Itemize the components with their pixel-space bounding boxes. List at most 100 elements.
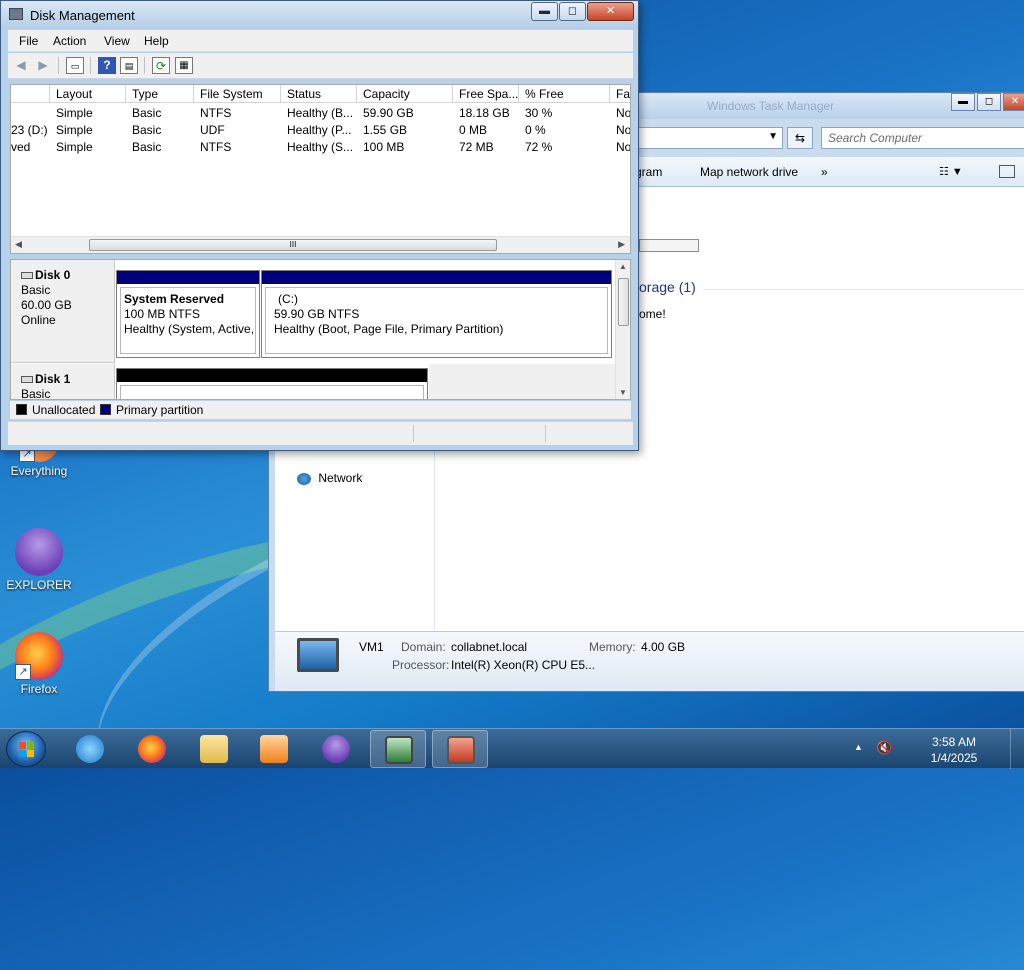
maximize-button[interactable]: ◻ — [559, 2, 586, 21]
refresh-icon[interactable]: ⟳ — [152, 57, 170, 74]
drive-label[interactable]: ome! — [639, 307, 666, 321]
disk-1-label[interactable]: Disk 1 Basic — [11, 364, 115, 400]
scroll-left-arrow-icon[interactable]: ◀ — [15, 239, 22, 250]
network-icon — [297, 472, 311, 485]
explorer-minimize-button[interactable]: ▬ — [951, 93, 975, 111]
close-button[interactable]: ✕ — [587, 2, 634, 21]
explorer-close-button[interactable]: ✕ — [1003, 93, 1024, 111]
chevron-down-icon[interactable]: ▼ — [768, 131, 778, 142]
scroll-thumb[interactable] — [618, 278, 629, 326]
disk-name: Disk 0 — [35, 268, 71, 282]
status-separator — [413, 425, 414, 442]
disk-management-window[interactable]: Disk Management ▬ ◻ ✕ File Action View H… — [0, 0, 639, 451]
explorer-maximize-button[interactable]: ◻ — [977, 93, 1001, 111]
menu-file[interactable]: File — [19, 34, 38, 48]
cell-volume: 23 (D:) — [11, 123, 48, 137]
speaker-muted-icon[interactable]: 🔇 — [876, 740, 894, 756]
cell-capacity: 1.55 GB — [363, 123, 408, 137]
rescan-disks-icon[interactable]: ▦ — [175, 57, 193, 74]
partition-disk-1[interactable] — [116, 368, 428, 399]
shortcut-arrow-icon: ↗ — [15, 664, 31, 680]
disk-management-title-bar[interactable]: Disk Management ▬ ◻ ✕ — [1, 1, 638, 29]
column-header-type[interactable]: Type — [126, 85, 194, 103]
cell-free-space: 18.18 GB — [459, 106, 510, 120]
horizontal-scrollbar[interactable]: ◀ III ▶ — [11, 236, 630, 253]
refresh-icon[interactable]: ⇆ — [787, 127, 813, 149]
unused-disk-area — [429, 364, 616, 399]
explorer-window-title: Windows Task Manager — [707, 99, 835, 113]
cell-layout: Simple — [56, 123, 93, 137]
command-uninstall-program[interactable]: gram — [635, 165, 662, 179]
section-divider — [705, 289, 1024, 290]
disk-type: Basic — [21, 283, 51, 297]
back-arrow-icon[interactable]: ◀ — [12, 57, 30, 74]
desktop-icon-explorer[interactable]: EXPLORER — [2, 528, 76, 592]
cell-status: Healthy (B... — [287, 106, 354, 120]
start-button[interactable] — [6, 731, 46, 767]
computer-name: VM1 — [359, 640, 384, 654]
clock[interactable]: 3:58 AM 1/4/2025 — [918, 734, 990, 766]
menu-help[interactable]: Help — [144, 34, 169, 48]
column-header-file-system[interactable]: File System — [194, 85, 281, 103]
taskbar-windows-explorer[interactable] — [186, 730, 242, 768]
scroll-up-arrow-icon[interactable]: ▲ — [619, 262, 627, 271]
search-input[interactable]: Search Computer — [821, 127, 1024, 149]
volume-list[interactable]: Layout Type File System Status Capacity … — [10, 84, 631, 254]
cell-percent-free: 30 % — [525, 106, 553, 120]
cell-volume: ved — [11, 140, 31, 154]
preview-pane-icon[interactable] — [999, 165, 1015, 178]
menu-action[interactable]: Action — [53, 34, 86, 48]
desktop-icon-label: Everything — [10, 464, 68, 478]
help-icon[interactable]: ? — [98, 57, 116, 74]
partition-size: 59.90 GB NTFS — [274, 307, 360, 321]
taskbar-internet-explorer[interactable] — [62, 730, 118, 768]
command-map-network-drive[interactable]: Map network drive — [700, 165, 798, 179]
disk-size: 60.00 GB — [21, 298, 72, 312]
column-header-fault-tolerance[interactable]: Fau — [610, 85, 630, 103]
nav-item-network[interactable]: Network — [297, 471, 362, 485]
properties-icon[interactable]: ▤ — [120, 57, 138, 74]
partition-status: Healthy (System, Active, — [124, 322, 255, 336]
taskbar-media-player[interactable] — [246, 730, 302, 768]
forward-arrow-icon[interactable]: ▶ — [34, 57, 52, 74]
task-manager-icon — [385, 736, 413, 764]
show-hide-console-tree-icon[interactable]: ▭ — [66, 57, 84, 74]
disk-name: Disk 1 — [35, 372, 71, 386]
change-view-icon[interactable]: ☷ ▼ — [939, 165, 963, 178]
cell-capacity: 59.90 GB — [363, 106, 414, 120]
column-header-percent-free[interactable]: % Free — [519, 85, 610, 103]
partition-c-drive[interactable]: (C:) 59.90 GB NTFS Healthy (Boot, Page F… — [261, 270, 612, 358]
scroll-thumb[interactable]: III — [89, 239, 497, 251]
command-more-chevron[interactable]: » — [821, 165, 828, 179]
vertical-scrollbar[interactable]: ▲ ▼ — [615, 260, 630, 399]
column-header-layout[interactable]: Layout — [50, 85, 126, 103]
memory-value: 4.00 GB — [641, 640, 686, 654]
menu-bar: File Action View Help — [8, 30, 633, 52]
taskbar-firefox[interactable] — [124, 730, 180, 768]
show-desktop-button[interactable] — [1010, 729, 1024, 769]
disk-graphical-view[interactable]: Disk 0 Basic 60.00 GB Online System Rese… — [10, 259, 631, 400]
scroll-right-arrow-icon[interactable]: ▶ — [618, 239, 625, 250]
toolbar: ◀ ▶ ▭ ? ▤ ⟳ ▦ — [8, 53, 633, 79]
disk-type: Basic — [21, 387, 51, 400]
scroll-down-arrow-icon[interactable]: ▼ — [619, 388, 627, 397]
column-header-free-space[interactable]: Free Spa... — [453, 85, 519, 103]
memory-label: Memory: — [589, 640, 636, 654]
minimize-button[interactable]: ▬ — [531, 2, 558, 21]
taskbar-explorer-app[interactable] — [308, 730, 364, 768]
show-hidden-icons-arrow-icon[interactable]: ▲ — [854, 742, 863, 752]
section-header-removable-storage[interactable]: orage (1) — [639, 279, 696, 295]
desktop-icon-firefox[interactable]: ↗ Firefox — [2, 632, 76, 696]
toolbar-separator — [144, 57, 145, 74]
partition-system-reserved[interactable]: System Reserved 100 MB NTFS Healthy (Sys… — [116, 270, 260, 358]
column-header-volume[interactable] — [11, 85, 50, 103]
taskbar-disk-management[interactable] — [432, 730, 488, 768]
disk-icon — [21, 272, 33, 280]
taskbar-task-manager[interactable] — [370, 730, 426, 768]
cell-status: Healthy (S... — [287, 140, 354, 154]
column-header-status[interactable]: Status — [281, 85, 357, 103]
disk-0-label[interactable]: Disk 0 Basic 60.00 GB Online — [11, 260, 115, 363]
menu-view[interactable]: View — [104, 34, 130, 48]
column-header-capacity[interactable]: Capacity — [357, 85, 453, 103]
domain-label: Domain: — [401, 640, 446, 654]
